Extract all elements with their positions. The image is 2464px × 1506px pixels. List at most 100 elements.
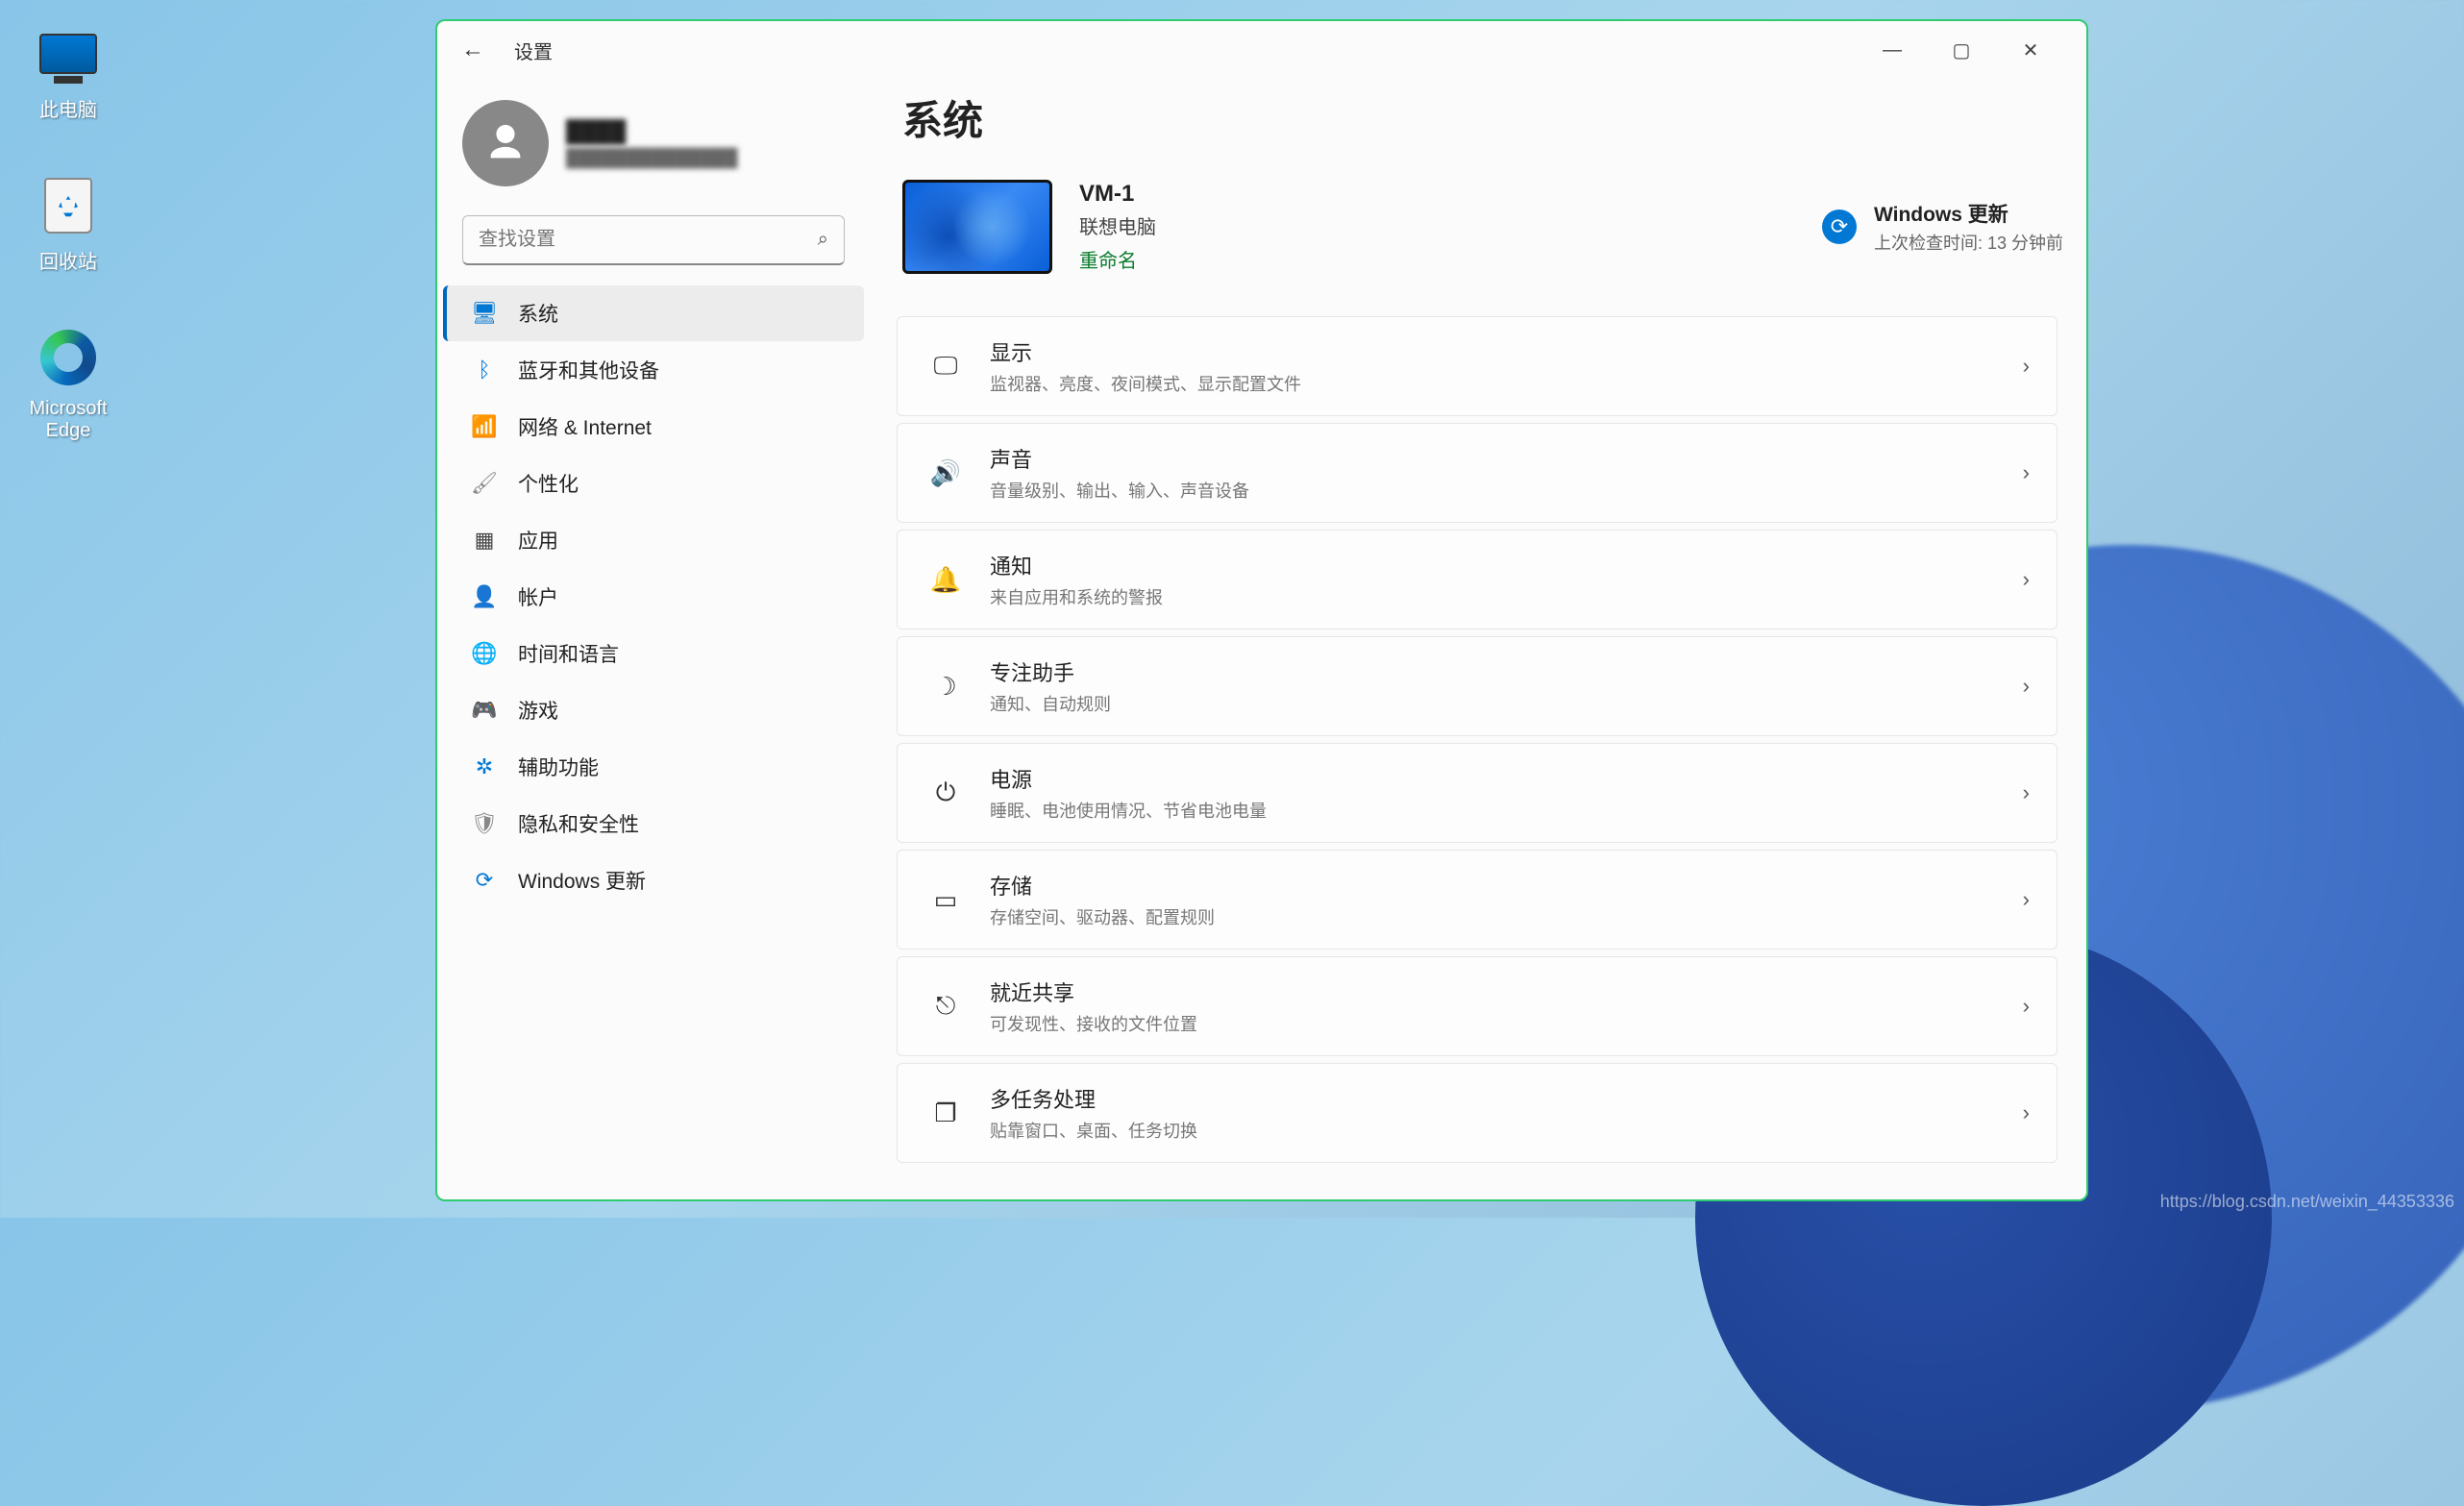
sidebar-item-label: 辅助功能: [518, 753, 599, 781]
back-button[interactable]: ←: [458, 36, 487, 64]
minimize-button[interactable]: ―: [1858, 26, 1927, 74]
sidebar-item-label: 时间和语言: [518, 639, 619, 668]
sidebar-item-network[interactable]: 📶 网络 & Internet: [443, 399, 864, 455]
chevron-right-icon: ›: [2023, 460, 2030, 485]
sidebar-item-label: 网络 & Internet: [518, 412, 652, 441]
card-title: 就近共享: [990, 976, 1197, 1007]
sidebar-item-label: Windows 更新: [518, 866, 646, 895]
device-name: VM-1: [1079, 181, 1156, 208]
sidebar-item-label: 系统: [518, 299, 558, 328]
profile-name: ████: [566, 119, 738, 144]
maximize-button[interactable]: ▢: [1927, 26, 1996, 74]
chevron-right-icon: ›: [2023, 994, 2030, 1019]
sidebar-item-accounts[interactable]: 👤 帐户: [443, 569, 864, 625]
card-subtitle: 音量级别、输出、输入、声音设备: [990, 478, 1249, 503]
power-icon: ⏻: [924, 778, 967, 808]
chevron-right-icon: ›: [2023, 780, 2030, 805]
display-icon: 🖵: [924, 351, 967, 382]
card-title: 电源: [990, 763, 1267, 794]
desktop-icon-edge[interactable]: Microsoft Edge: [15, 323, 121, 442]
sidebar-item-label: 帐户: [518, 582, 558, 611]
rename-link[interactable]: 重命名: [1079, 245, 1137, 273]
profile-email: ██████████████: [566, 148, 738, 168]
update-title: Windows 更新: [1874, 199, 2063, 228]
sidebar-item-label: 蓝牙和其他设备: [518, 356, 659, 384]
apps-icon: ▦: [472, 528, 497, 553]
search-input[interactable]: [479, 229, 818, 251]
card-subtitle: 通知、自动规则: [990, 691, 1111, 716]
card-subtitle: 可发现性、接收的文件位置: [990, 1011, 1197, 1036]
privacy-icon: 🛡: [472, 811, 497, 836]
sidebar-item-label: 隐私和安全性: [518, 809, 639, 838]
sound-icon: 🔊: [924, 458, 967, 488]
sidebar-item-bluetooth[interactable]: ᛒ 蓝牙和其他设备: [443, 342, 864, 398]
card-title: 专注助手: [990, 656, 1111, 687]
windows-update-tile[interactable]: ⟳ Windows 更新 上次检查时间: 13 分钟前: [1822, 199, 2063, 255]
card-subtitle: 睡眠、电池使用情况、节省电池电量: [990, 798, 1267, 823]
sidebar-item-accessibility[interactable]: ✲ 辅助功能: [443, 739, 864, 795]
sidebar-item-time-lang[interactable]: 🌐 时间和语言: [443, 626, 864, 681]
desktop-icon-recycle-bin[interactable]: 回收站: [15, 171, 121, 274]
settings-card-notify[interactable]: 🔔通知来自应用和系统的警报›: [897, 530, 2057, 630]
card-subtitle: 存储空间、驱动器、配置规则: [990, 904, 1215, 929]
settings-card-power[interactable]: ⏻ 电源睡眠、电池使用情况、节省电池电量 ›: [897, 743, 2057, 843]
settings-card-sound[interactable]: 🔊 声音音量级别、输出、输入、声音设备 ›: [897, 423, 2057, 523]
device-thumbnail: [902, 180, 1052, 274]
sidebar-item-privacy[interactable]: 🛡 隐私和安全性: [443, 796, 864, 852]
share-icon: ⎋: [924, 991, 967, 1022]
window-title: 设置: [514, 37, 553, 64]
card-title: 显示: [990, 336, 1301, 367]
sidebar-item-label: 游戏: [518, 696, 558, 725]
card-subtitle: 监视器、亮度、夜间模式、显示配置文件: [990, 371, 1301, 396]
settings-card-focus[interactable]: ☽专注助手通知、自动规则›: [897, 636, 2057, 736]
settings-card-multitask[interactable]: ❐多任务处理贴靠窗口、桌面、任务切换›: [897, 1063, 2057, 1163]
gaming-icon: 🎮: [472, 698, 497, 723]
settings-window: ← 设置 ― ▢ ✕ ████ ██████████████ ⌕ 🖥系统: [435, 19, 2088, 1201]
chevron-right-icon: ›: [2023, 354, 2030, 379]
desktop-icon-label: 此电脑: [15, 94, 121, 122]
pc-icon: [39, 34, 97, 74]
card-title: 多任务处理: [990, 1083, 1197, 1114]
nav-list: 🖥系统 ᛒ 蓝牙和其他设备 📶 网络 & Internet 🖌 个性化 ▦ 应用 👤 帐户 🌐 时间和语…: [437, 279, 870, 908]
sidebar-item-update[interactable]: ⟳ Windows 更新: [443, 852, 864, 908]
card-title: 存储: [990, 870, 1215, 901]
settings-card-list: 🖵 显示监视器、亮度、夜间模式、显示配置文件 › 🔊 声音音量级别、输出、输入、声音设备…: [897, 316, 2063, 1163]
accessibility-icon: ✲: [472, 754, 497, 779]
sidebar-item-apps[interactable]: ▦ 应用: [443, 512, 864, 568]
sidebar: ████ ██████████████ ⌕ 🖥系统 ᛒ 蓝牙和其他设备 📶 网络 & I…: [437, 79, 870, 1199]
sidebar-item-monitor[interactable]: 🖥系统: [443, 285, 864, 341]
sidebar-item-gaming[interactable]: 🎮 游戏: [443, 682, 864, 738]
time-lang-icon: 🌐: [472, 641, 497, 666]
personalize-icon: 🖌: [472, 471, 497, 496]
network-icon: 📶: [472, 414, 497, 439]
bluetooth-icon: ᛒ: [472, 358, 497, 383]
sidebar-item-label: 个性化: [518, 469, 579, 498]
chevron-right-icon: ›: [2023, 1100, 2030, 1125]
notify-icon: 🔔: [924, 565, 967, 595]
watermark: https://blog.csdn.net/weixin_44353336: [2160, 1192, 2454, 1212]
chevron-right-icon: ›: [2023, 674, 2030, 699]
desktop-icon-label: Microsoft Edge: [15, 398, 121, 442]
settings-card-share[interactable]: ⎋ 就近共享可发现性、接收的文件位置 ›: [897, 956, 2057, 1056]
close-button[interactable]: ✕: [1996, 26, 2065, 74]
settings-card-display[interactable]: 🖵 显示监视器、亮度、夜间模式、显示配置文件 ›: [897, 316, 2057, 416]
card-title: 声音: [990, 443, 1249, 474]
sidebar-item-label: 应用: [518, 526, 558, 555]
chevron-right-icon: ›: [2023, 567, 2030, 592]
update-icon: ⟳: [472, 868, 497, 893]
recycle-bin-icon: [44, 178, 92, 234]
card-subtitle: 来自应用和系统的警报: [990, 584, 1163, 609]
sync-icon: ⟳: [1822, 210, 1857, 244]
storage-icon: ▭: [924, 885, 967, 915]
accounts-icon: 👤: [472, 584, 497, 609]
device-maker: 联想电脑: [1079, 211, 1156, 239]
card-subtitle: 贴靠窗口、桌面、任务切换: [990, 1118, 1197, 1143]
profile-block[interactable]: ████ ██████████████: [437, 90, 870, 215]
search-icon: ⌕: [818, 229, 828, 251]
desktop-icon-this-pc[interactable]: 此电脑: [15, 19, 121, 122]
search-box[interactable]: ⌕: [462, 215, 845, 265]
chevron-right-icon: ›: [2023, 887, 2030, 912]
settings-card-storage[interactable]: ▭ 存储存储空间、驱动器、配置规则 ›: [897, 850, 2057, 950]
main-content: 系统 VM-1 联想电脑 重命名 ⟳ Windows 更新 上次检查时间: 13…: [870, 79, 2086, 1199]
sidebar-item-personalize[interactable]: 🖌 个性化: [443, 456, 864, 511]
